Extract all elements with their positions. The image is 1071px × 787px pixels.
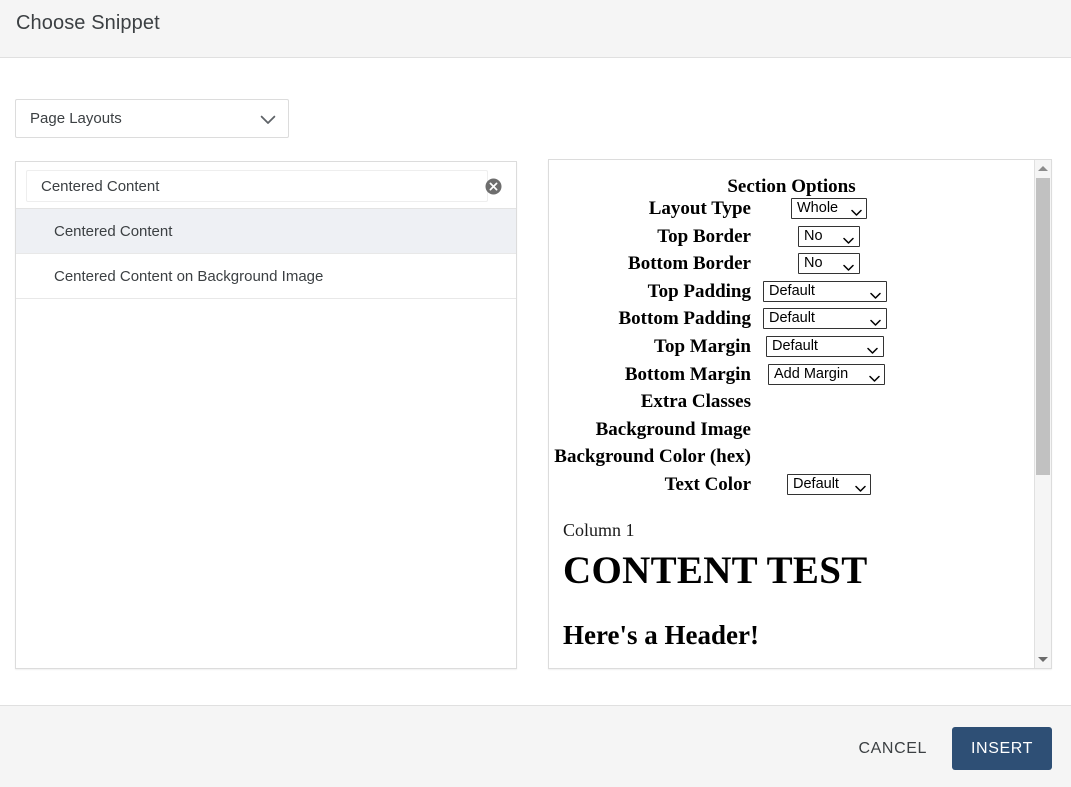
option-label: Top Margin [549, 336, 751, 358]
bottom-padding-select[interactable]: Default [763, 308, 887, 329]
option-row-bottom-border: Bottom Border No [549, 253, 1034, 281]
preview-content-body: Column 1 CONTENT TEST Here's a Header! [549, 520, 1034, 651]
preview-content-subheader: Here's a Header! [563, 621, 1034, 651]
top-padding-select[interactable]: Default [763, 281, 887, 302]
section-options-list: Layout Type Whole Top Border [549, 198, 1034, 502]
top-margin-select[interactable]: Default [766, 336, 884, 357]
snippet-list-panel: Centered Content Centered Content on Bac… [15, 161, 517, 669]
option-row-bottom-margin: Bottom Margin Add Margin [549, 364, 1034, 392]
option-label: Extra Classes [549, 391, 751, 413]
list-item[interactable]: Centered Content [16, 209, 516, 254]
clear-search-icon[interactable] [485, 178, 502, 195]
triangle-down-shape [1038, 657, 1048, 662]
option-control: Default [761, 308, 911, 330]
option-control: Default [761, 474, 911, 496]
snippet-search-row [16, 162, 516, 209]
scroll-down-arrow-icon[interactable] [1035, 651, 1051, 668]
option-row-bottom-padding: Bottom Padding Default [549, 308, 1034, 336]
layout-type-select[interactable]: Whole [791, 198, 867, 219]
option-label: Background Color (hex) [549, 446, 751, 468]
option-label: Bottom Border [549, 253, 751, 275]
option-label: Top Border [549, 226, 751, 248]
insert-button[interactable]: INSERT [952, 727, 1052, 770]
option-control: Default [761, 336, 911, 358]
option-control: Whole [761, 198, 911, 220]
option-control: No [761, 253, 911, 275]
dialog-footer: CANCEL [0, 705, 1071, 787]
bottom-border-select[interactable]: No [798, 253, 860, 274]
snippet-search-input[interactable] [26, 170, 488, 202]
cancel-button[interactable]: CANCEL [844, 728, 941, 770]
option-row-top-padding: Top Padding Default [549, 281, 1034, 309]
snippet-category-select[interactable]: Page Layouts [15, 99, 289, 138]
snippet-items-container: Centered Content Centered Content on Bac… [16, 209, 516, 299]
option-label: Layout Type [549, 198, 751, 220]
preview-scrollbar[interactable] [1034, 160, 1051, 668]
option-row-background-image: Background Image [549, 419, 1034, 447]
option-row-background-color: Background Color (hex) [549, 446, 1034, 474]
scrollbar-thumb[interactable] [1036, 178, 1050, 475]
list-item[interactable]: Centered Content on Background Image [16, 254, 516, 299]
option-row-top-margin: Top Margin Default [549, 336, 1034, 364]
option-label: Top Padding [549, 281, 751, 303]
option-label: Text Color [549, 474, 751, 496]
dialog-body: Page Layouts Centered Content Centered C… [0, 59, 1071, 705]
bottom-margin-select[interactable]: Add Margin [768, 364, 885, 385]
option-label: Background Image [549, 419, 751, 441]
scroll-up-arrow-icon[interactable] [1035, 160, 1051, 177]
preview-content-title: CONTENT TEST [563, 550, 1034, 593]
option-row-extra-classes: Extra Classes [549, 391, 1034, 419]
section-options-title: Section Options [549, 176, 1034, 198]
option-label: Bottom Margin [549, 364, 751, 386]
category-select-wrapper: Page Layouts [15, 99, 289, 138]
snippet-preview-panel: Section Options Layout Type Whole [548, 159, 1052, 669]
option-row-top-border: Top Border No [549, 226, 1034, 254]
option-label: Bottom Padding [549, 308, 751, 330]
triangle-up-shape [1038, 166, 1048, 171]
option-control: Default [761, 281, 911, 303]
text-color-select[interactable]: Default [787, 474, 871, 495]
top-border-select[interactable]: No [798, 226, 860, 247]
preview-column-label: Column 1 [563, 520, 1034, 542]
dialog-header: Choose Snippet [0, 0, 1071, 58]
option-control: Add Margin [761, 364, 911, 386]
dialog-title: Choose Snippet [16, 12, 160, 35]
preview-scroll-content: Section Options Layout Type Whole [549, 160, 1034, 668]
option-control: No [761, 226, 911, 248]
option-row-text-color: Text Color Default [549, 474, 1034, 502]
option-row-layout-type: Layout Type Whole [549, 198, 1034, 226]
